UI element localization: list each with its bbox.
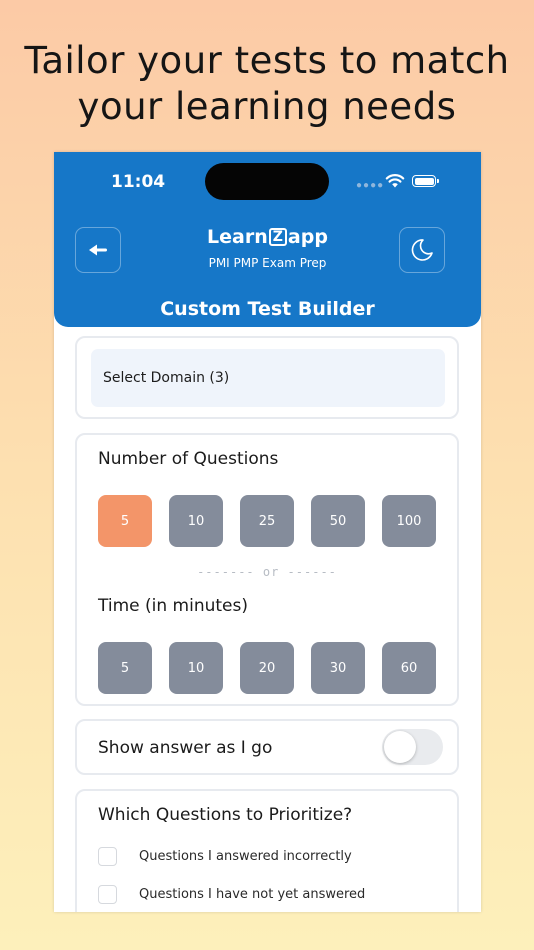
question-count-options: 5 10 25 50 100 bbox=[98, 495, 442, 547]
priority-option-incorrect[interactable]: Questions I answered incorrectly bbox=[98, 846, 352, 866]
dynamic-island bbox=[205, 163, 329, 200]
prioritize-label: Which Questions to Prioritize? bbox=[98, 805, 353, 825]
cellular-dots-icon: ●●●● bbox=[356, 180, 385, 191]
priority-option-unanswered[interactable]: Questions I have not yet answered bbox=[98, 884, 365, 904]
checkbox[interactable] bbox=[98, 884, 117, 904]
domain-card: Select Domain (3) bbox=[75, 336, 459, 419]
time-option[interactable]: 30 bbox=[311, 642, 365, 694]
question-count-option[interactable]: 100 bbox=[382, 495, 436, 547]
time-in-minutes-label: Time (in minutes) bbox=[98, 596, 248, 616]
logo-z-mark: Z bbox=[268, 228, 287, 246]
toggle-knob bbox=[384, 731, 416, 763]
question-count-option[interactable]: 25 bbox=[240, 495, 294, 547]
logo-text-learn: Learn bbox=[207, 226, 268, 248]
status-icons: ●●●● bbox=[354, 171, 454, 193]
promo-line-1: Tailor your tests to match bbox=[24, 39, 510, 82]
number-of-questions-label: Number of Questions bbox=[98, 449, 279, 469]
promo-headline: Tailor your tests to match your learning… bbox=[0, 38, 534, 130]
moon-icon bbox=[411, 239, 433, 261]
show-answer-toggle[interactable] bbox=[382, 729, 443, 765]
show-answer-card: Show answer as I go bbox=[75, 719, 459, 775]
select-domain-dropdown[interactable]: Select Domain (3) bbox=[91, 349, 445, 407]
page-title: Custom Test Builder bbox=[160, 298, 375, 320]
time-options: 5 10 20 30 60 bbox=[98, 642, 442, 694]
or-divider: ------- or ------ bbox=[197, 565, 337, 579]
question-count-option[interactable]: 50 bbox=[311, 495, 365, 547]
time-option[interactable]: 60 bbox=[382, 642, 436, 694]
promo-line-2: your learning needs bbox=[77, 85, 457, 128]
status-time: 11:04 bbox=[111, 172, 166, 192]
time-option[interactable]: 20 bbox=[240, 642, 294, 694]
question-count-option[interactable]: 10 bbox=[169, 495, 223, 547]
logo-text-app: app bbox=[287, 226, 328, 248]
phone-screen: 11:04 ●●●● Learn Zapp PMI PMP Exam Prep C bbox=[54, 152, 481, 912]
priority-option-label: Questions I have not yet answered bbox=[139, 886, 366, 902]
wifi-icon bbox=[385, 174, 405, 188]
question-count-option[interactable]: 5 bbox=[98, 495, 152, 547]
questions-time-card: Number of Questions 5 10 25 50 100 -----… bbox=[75, 433, 459, 706]
time-option[interactable]: 5 bbox=[98, 642, 152, 694]
time-option[interactable]: 10 bbox=[169, 642, 223, 694]
battery-icon bbox=[412, 175, 439, 187]
priority-option-label: Questions I answered incorrectly bbox=[139, 848, 352, 864]
theme-toggle-button[interactable] bbox=[399, 227, 445, 273]
app-header: 11:04 ●●●● Learn Zapp PMI PMP Exam Prep C bbox=[54, 152, 481, 327]
show-answer-label: Show answer as I go bbox=[98, 738, 273, 758]
checkbox[interactable] bbox=[98, 846, 117, 866]
prioritize-card: Which Questions to Prioritize? Questions… bbox=[75, 789, 459, 912]
